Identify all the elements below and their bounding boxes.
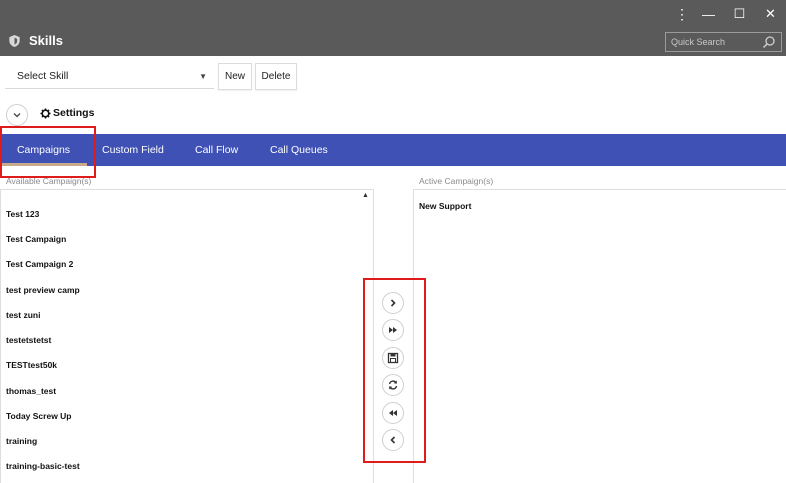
tab-custom-field[interactable]: Custom Field	[102, 134, 164, 166]
search-icon[interactable]	[762, 35, 776, 49]
new-button[interactable]: New	[218, 63, 252, 90]
delete-button[interactable]: Delete	[255, 63, 297, 90]
double-left-icon	[389, 410, 397, 416]
move-all-left-button[interactable]	[382, 402, 404, 424]
maximize-icon[interactable]: ☐	[724, 0, 755, 28]
scroll-up-icon[interactable]: ▲	[362, 192, 369, 199]
tab-campaigns[interactable]: Campaigns	[0, 134, 87, 166]
title-bar: ⋮ — ☐ ✕ Skills	[0, 0, 786, 56]
list-item[interactable]: training-basic-test	[6, 461, 80, 471]
move-selected-right-button[interactable]	[382, 292, 404, 314]
close-icon[interactable]: ✕	[755, 0, 786, 28]
expand-settings-button[interactable]	[6, 104, 28, 126]
skill-select-value: Select Skill	[17, 70, 69, 82]
page-title: Skills	[29, 33, 63, 48]
list-item[interactable]: Test Campaign 2	[6, 259, 73, 269]
shield-icon	[9, 34, 20, 47]
save-button[interactable]	[382, 347, 404, 369]
list-item[interactable]: test zuni	[6, 310, 40, 320]
move-selected-left-button[interactable]	[382, 429, 404, 451]
list-item[interactable]: New Support	[419, 201, 471, 211]
settings-label: Settings	[53, 107, 95, 119]
list-item[interactable]: training	[6, 436, 37, 446]
tab-call-queues[interactable]: Call Queues	[270, 134, 328, 166]
list-item[interactable]: test preview camp	[6, 285, 80, 295]
active-campaigns-list[interactable]	[413, 189, 786, 483]
more-options-icon[interactable]: ⋮	[671, 0, 693, 28]
refresh-button[interactable]	[382, 374, 404, 396]
list-item[interactable]: TESTtest50k	[6, 360, 57, 370]
list-item[interactable]: Today Screw Up	[6, 411, 72, 421]
skills-window: ⋮ — ☐ ✕ Skills Select Skill ▼ New Delete	[0, 0, 786, 483]
move-all-right-button[interactable]	[382, 319, 404, 341]
active-tab-indicator	[0, 163, 87, 166]
tab-bar: Campaigns Custom Field Call Flow Call Qu…	[0, 134, 786, 166]
settings-header[interactable]: Settings	[40, 107, 94, 119]
list-item[interactable]: Test 123	[6, 209, 39, 219]
refresh-icon	[388, 380, 398, 390]
chevron-left-icon	[390, 436, 396, 444]
available-campaigns-label: Available Campaign(s)	[6, 176, 92, 186]
chevron-down-icon	[13, 113, 21, 118]
list-item[interactable]: Test Campaign	[6, 234, 66, 244]
skill-select[interactable]: Select Skill ▼	[5, 64, 214, 89]
app-title: Skills	[9, 33, 63, 48]
list-item[interactable]: testetstetst	[6, 335, 51, 345]
gear-icon	[40, 107, 51, 119]
chevron-right-icon	[390, 299, 396, 307]
double-right-icon	[389, 327, 397, 333]
window-controls: ⋮ — ☐ ✕	[671, 0, 786, 28]
list-item[interactable]: thomas_test	[6, 386, 56, 396]
save-icon	[387, 352, 399, 364]
dropdown-caret-icon: ▼	[199, 72, 207, 81]
tab-call-flow[interactable]: Call Flow	[195, 134, 238, 166]
minimize-icon[interactable]: —	[693, 0, 724, 28]
active-campaigns-label: Active Campaign(s)	[419, 176, 494, 186]
